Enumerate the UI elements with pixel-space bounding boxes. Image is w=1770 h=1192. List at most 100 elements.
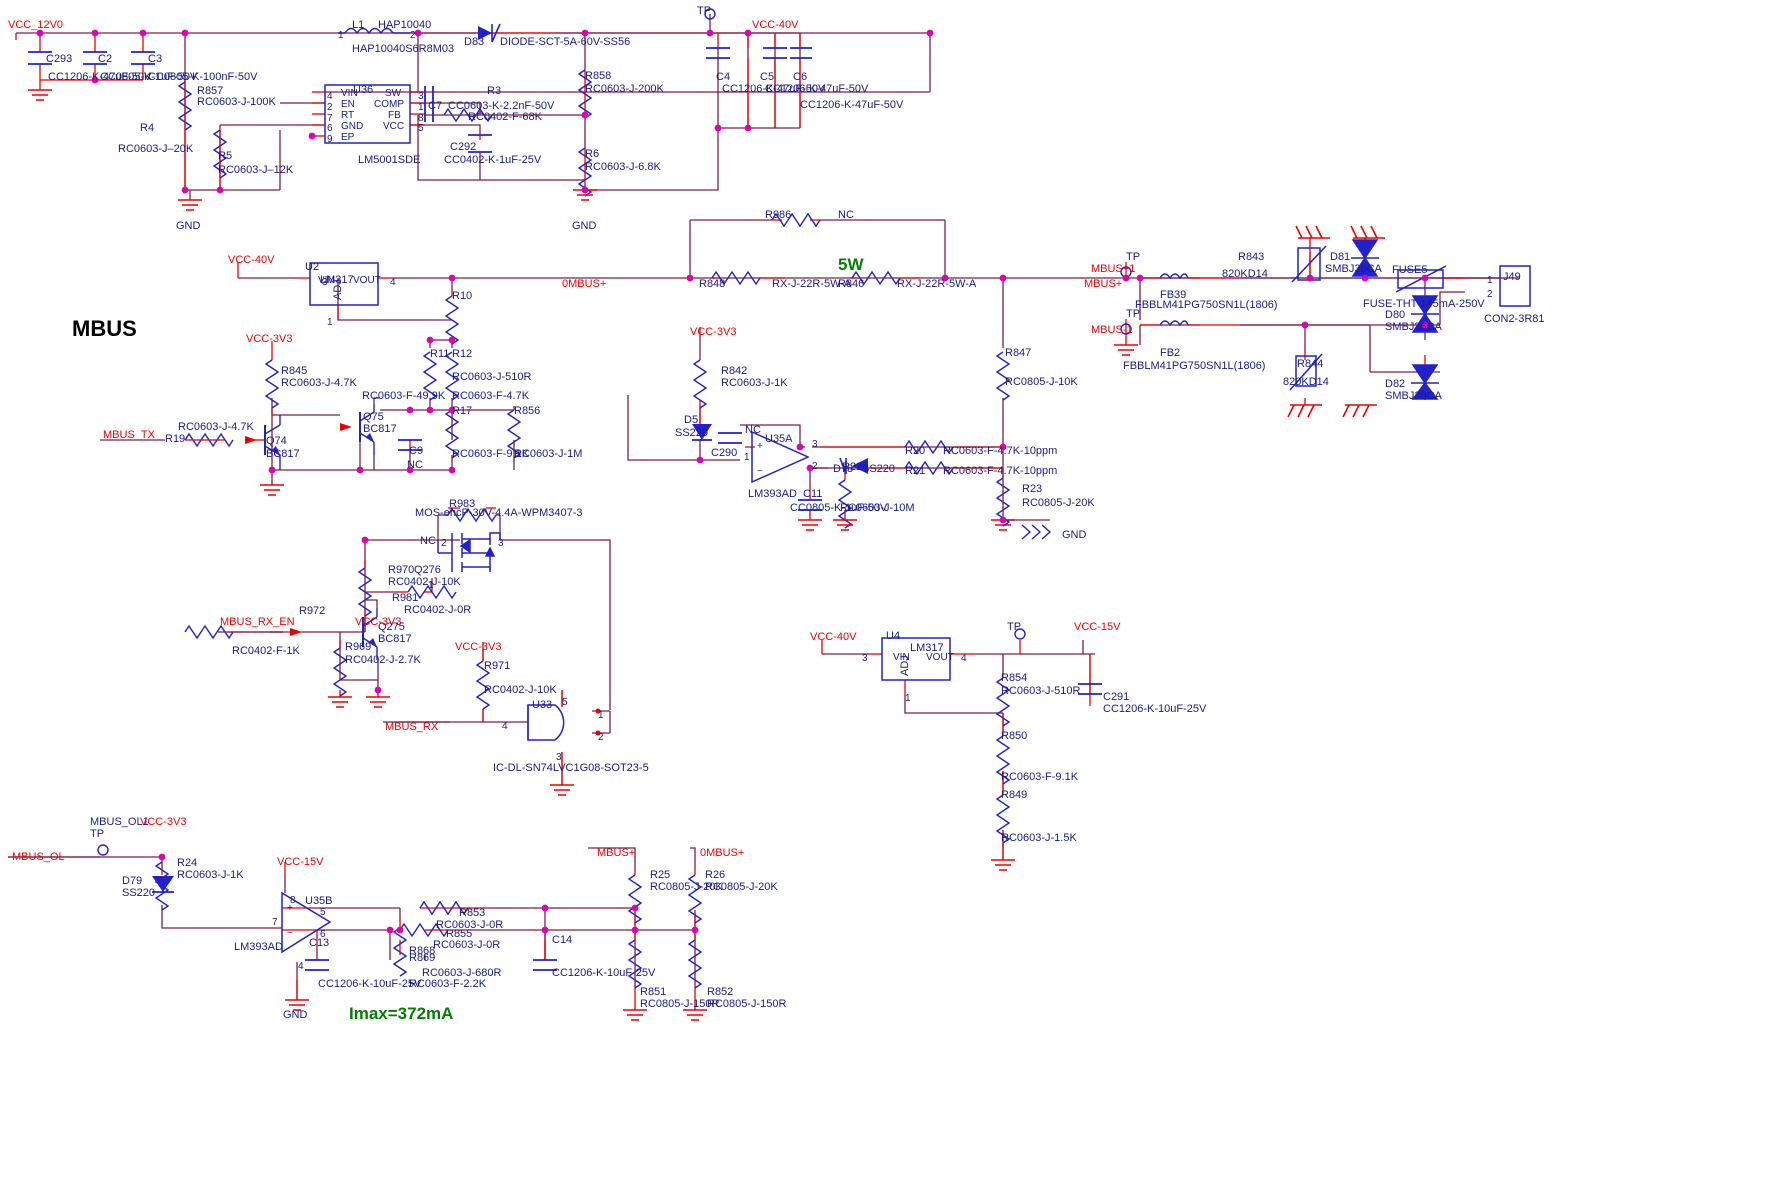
component-value-q74: BC817 <box>266 448 300 460</box>
component-ref-c291: C291 <box>1103 691 1130 703</box>
component-ref-d78: D78 <box>833 463 854 475</box>
sym-R851 <box>628 939 642 989</box>
ic-pin-label-ep-8: EP <box>341 132 355 143</box>
component-ref-r19: R19 <box>165 433 186 445</box>
component-ref-u2: U2 <box>305 261 320 273</box>
pin-number-12: 4 <box>390 277 396 288</box>
svg-text:+: + <box>757 441 763 452</box>
component-value-r843: 820KD14 <box>1222 268 1268 280</box>
component-ref-r856: R856 <box>514 405 541 417</box>
signal-net-label-mbus-ol-3: MBUS_OL <box>12 851 65 863</box>
component-ref-r843: R843 <box>1238 251 1265 263</box>
component-ref-c7: C7 <box>428 100 443 112</box>
signal-net-label-0mbus--7: 0MBUS+ <box>700 847 745 859</box>
component-ref-r11: R11 <box>430 348 450 360</box>
component-ref-r10: R10 <box>452 290 473 302</box>
test-point-label-1: TP <box>1126 251 1141 263</box>
pin-number-25: 3 <box>862 653 868 664</box>
signal-net-label-mbus-rx-2: MBUS_RX <box>385 721 439 733</box>
component-value-r857: RC0603-J-100K <box>197 96 276 108</box>
component-ref-r852: R852 <box>707 986 734 998</box>
sym-R842 <box>693 359 707 409</box>
component-ref-d79: D79 <box>122 875 143 887</box>
ic-pin-label-fb-5: FB <box>388 110 401 121</box>
component-ref-fuse5: FUSE5 <box>1392 264 1428 276</box>
pin-number-19: 1 <box>428 580 434 591</box>
ic-pin-label-gnd-6: GND <box>341 121 364 132</box>
component-value-d79: SS220 <box>122 887 156 899</box>
component-value-r22: RC0603-J-10M <box>840 502 915 514</box>
pin-number-9: 5 <box>418 123 424 134</box>
gnd-label-0: GND <box>176 220 201 232</box>
component-ref-r6: R6 <box>585 148 600 160</box>
component-value-r850: RC0603-F-9.1K <box>1001 771 1079 783</box>
component-ref-r969: R969 <box>345 641 372 653</box>
component-value-r3: RC0402-F-68K <box>468 111 542 123</box>
gnd-rxen <box>328 696 574 796</box>
component-ref-r869: R869 <box>409 952 436 964</box>
sym-R857 <box>178 81 192 131</box>
gnd-label-1: GND <box>572 220 597 232</box>
component-value-d83: DIODE-SCT-5A-60V-SS56 <box>500 36 631 48</box>
gnd-label-3: GND <box>1062 529 1087 541</box>
schematic-drawing: + − + − <box>8 8 1531 1021</box>
component-value-r983: MOS-ehcP-30V-4.4A-WPM3407-3 <box>415 507 583 519</box>
pin-number-21: 1 <box>598 710 604 721</box>
ic-pin-label-vcc-7: VCC <box>383 121 405 132</box>
component-ref-r26: R26 <box>705 869 726 881</box>
ic-pin-label-rt-4: RT <box>341 110 355 121</box>
power-net-label-vcc-3v3-3: VCC-3V3 <box>246 333 293 345</box>
pin-number-23: 5 <box>562 697 568 708</box>
component-value-r869: RC0603-F-2.2K <box>409 978 487 990</box>
signal-net-label-mbus--5: MBUS+ <box>1084 278 1123 290</box>
power-net-label-vcc-40v-2: VCC-40V <box>228 254 275 266</box>
signal-net-label-mbus-1-9: MBUS-1 <box>1091 324 1133 336</box>
component-ref-fb2: FB2 <box>1160 347 1181 359</box>
buck-pin-wires <box>15 32 801 190</box>
component-value-r10: RC0603-J-510R <box>452 371 532 383</box>
component-ref-c293: C293 <box>46 53 73 65</box>
gnd-label-2: GND <box>283 1009 308 1021</box>
component-value-r26: RC0805-J-20K <box>705 881 778 893</box>
component-ref-r3: R3 <box>487 85 502 97</box>
component-ref-r842: R842 <box>721 365 748 377</box>
component-value-r858: RC0603-J-200K <box>585 83 664 95</box>
pin-number-31: 6 <box>320 929 326 940</box>
component-value-r849: RC0603-J-1.5K <box>1001 832 1077 844</box>
test-point-label-5: TP <box>90 828 105 840</box>
pin-number-13: 1 <box>327 317 333 328</box>
sym-R869 <box>393 927 407 977</box>
signal-net-label-mbus--6: MBUS+ <box>597 847 636 859</box>
component-ref-q75: Q75 <box>363 411 384 423</box>
component-value-d81: SMBJ36CA <box>1325 263 1382 275</box>
component-value-fb2: FBBLM41PG750SN1L(1806) <box>1123 360 1266 372</box>
component-ref-r23: R23 <box>1022 483 1043 495</box>
component-value-c14: CC1206-K-10uF-25V <box>552 967 656 979</box>
sym-R852 <box>688 939 702 989</box>
pin-number-28: 7 <box>272 917 278 928</box>
component-value-fb39: FBBLM41PG750SN1L(1806) <box>1135 299 1278 311</box>
gnd-u4 <box>991 859 1015 871</box>
component-ref-c2: C2 <box>98 53 113 65</box>
component-ref-c11: C11 <box>803 488 823 500</box>
pin-number-30: 5 <box>320 907 326 918</box>
test-point-label-3: TP <box>1007 621 1022 633</box>
component-value-r970: RC0402-J-10K <box>388 576 461 588</box>
pin-number-5: 1 <box>418 102 424 113</box>
component-value-r20: RC0603-F-4.7K-10ppm <box>943 445 1058 457</box>
rxen-wires <box>270 514 611 785</box>
pin-number-22: 2 <box>598 732 604 743</box>
component-value-r5: RC0603-J–12K <box>218 164 294 176</box>
sym-R25 <box>628 874 642 924</box>
component-value-r981: RC0402-J-0R <box>404 604 472 616</box>
component-ref-u35a: U35A <box>765 433 793 445</box>
component-ref-c3: C3 <box>148 53 163 65</box>
diode-D79 <box>152 876 174 893</box>
component-value-u35a: LM393AD <box>748 488 797 500</box>
component-ref-r25: R25 <box>650 869 671 881</box>
pin-number-32: 4 <box>298 961 304 972</box>
component-value-q275: BC817 <box>378 633 412 645</box>
pin-number-29: 8 <box>290 895 296 906</box>
component-ref-d83: D83 <box>464 36 485 48</box>
power-net-label-vcc-3v3-6: VCC-3V3 <box>455 641 502 653</box>
